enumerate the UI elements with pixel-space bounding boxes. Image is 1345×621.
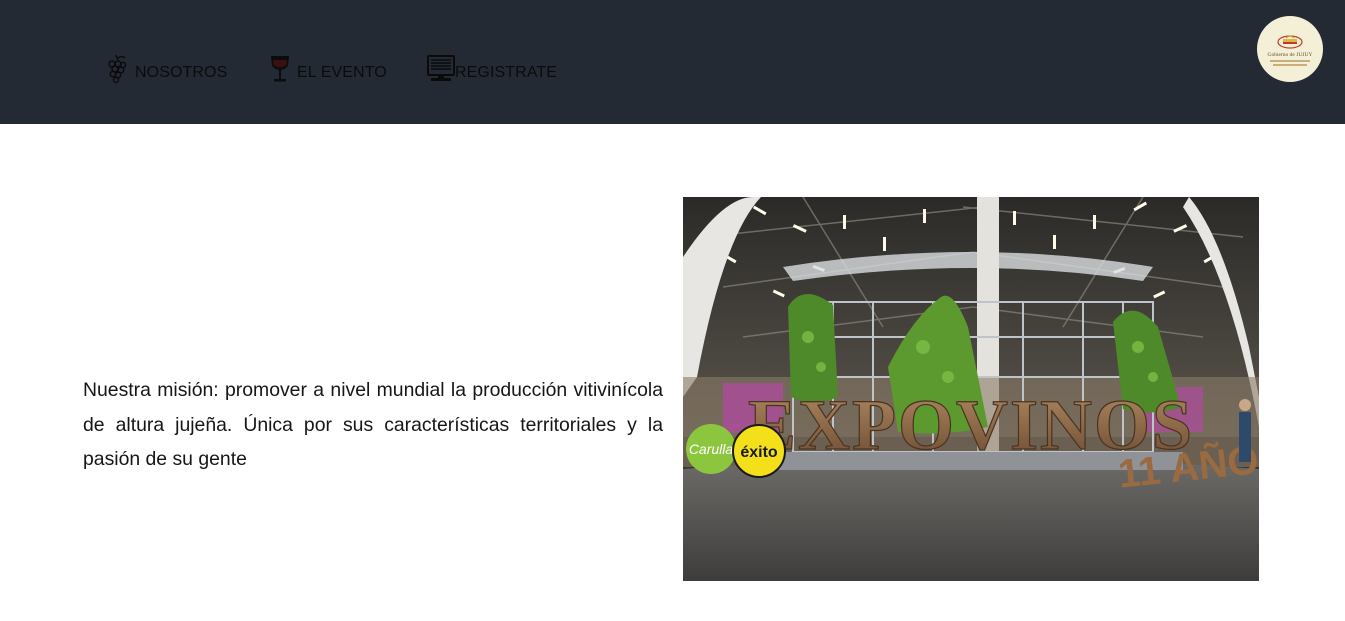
logo-line [1270, 60, 1310, 62]
nav-label-registrate: REGISTRATE [455, 64, 558, 81]
expovinos-photo: EXPOVINOS 11 AÑOS Carulla éxito [683, 197, 1259, 581]
nav-label-el-evento: EL EVENTO [297, 64, 387, 81]
logo-line [1273, 64, 1307, 66]
nav-item-nosotros[interactable]: NOSOTROS [106, 50, 227, 84]
top-navbar: NOSOTROS EL EVENTO REGISTRATE Gobierno d… [0, 0, 1345, 124]
nav-item-registrate[interactable]: REGISTRATE [426, 50, 557, 84]
grapes-icon [106, 54, 132, 84]
exito-text: éxito [740, 444, 778, 461]
mission-text: Nuestra misión: promover a nivel mundial… [83, 379, 663, 470]
nav-item-el-evento[interactable]: EL EVENTO [268, 50, 387, 84]
gobierno-jujuy-logo[interactable]: Gobierno de JUJUY [1257, 16, 1323, 82]
carulla-text: Carulla [689, 441, 734, 457]
jujuy-emblem-icon [1277, 35, 1303, 49]
nav-label-nosotros: NOSOTROS [135, 64, 228, 81]
computer-icon [426, 54, 455, 84]
logo-text: Gobierno de JUJUY [1267, 52, 1313, 58]
wine-glass-icon [268, 54, 294, 84]
